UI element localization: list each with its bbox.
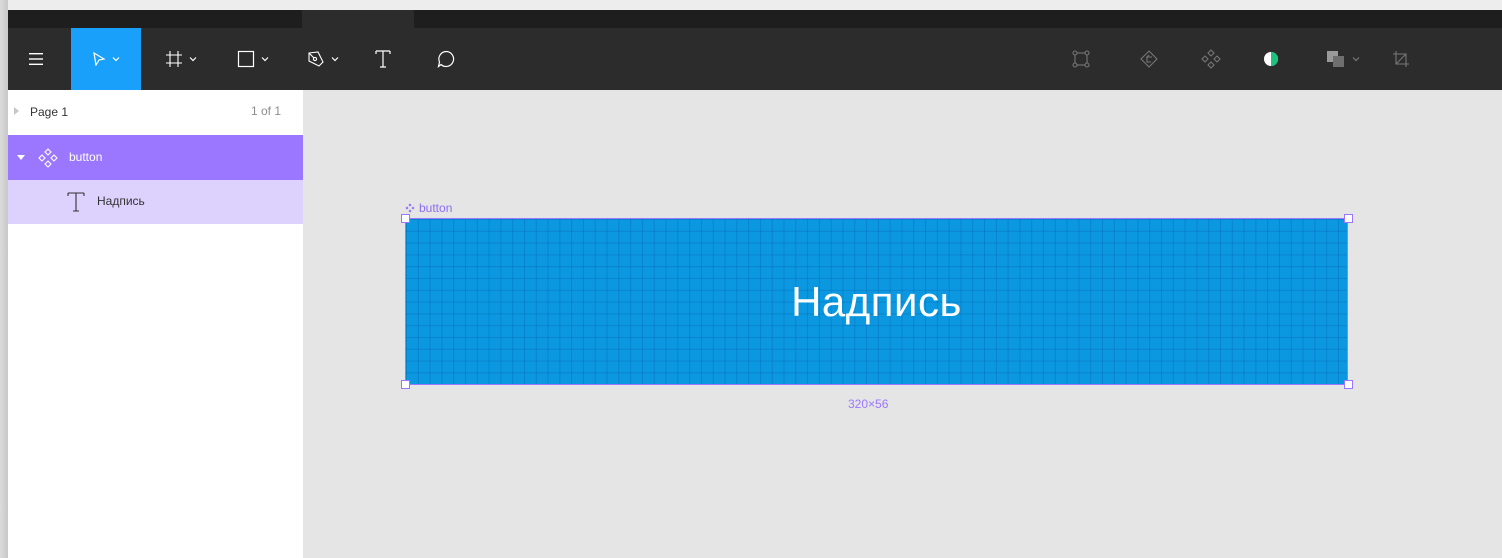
button-frame[interactable]: Надпись [405,218,1348,385]
rectangle-tool-icon [237,50,255,68]
use-as-mask-icon [1140,50,1158,68]
chevron-down-icon [1352,57,1360,62]
component-icon [38,148,58,168]
tab-strip [8,10,1502,28]
frame-label-text: button [419,201,453,215]
layer-item-button[interactable]: button [8,135,303,180]
resize-handle-bottom-right[interactable] [1344,380,1353,389]
button-text[interactable]: Надпись [406,219,1347,384]
page-count: 1 of 1 [250,104,281,118]
toolbar [8,28,1502,90]
chevron-right-icon [14,107,19,115]
frame-label[interactable]: button [405,201,452,215]
boolean-group-icon [1327,51,1344,67]
comment-tool-icon [437,50,455,68]
text-tool-button[interactable] [366,28,400,90]
frame-tool-icon [166,51,182,67]
create-component-icon [1201,49,1221,69]
chevron-down-icon [331,57,339,62]
page-selector[interactable]: Page 1 1 of 1 [8,90,303,134]
comment-tool-button[interactable] [428,28,464,90]
contrast-toggle-button[interactable] [1258,28,1284,90]
resize-handle-bottom-left[interactable] [401,380,410,389]
active-tab[interactable] [302,10,414,28]
layer-label: Надпись [97,194,145,208]
resize-handle-top-left[interactable] [401,214,410,223]
mask-button[interactable] [1134,28,1164,90]
component-icon [405,203,415,213]
pen-tool-icon [308,51,324,67]
move-tool-icon [93,52,106,66]
resize-handle-top-right[interactable] [1344,214,1353,223]
create-component-button[interactable] [1196,28,1226,90]
frame-tool-button[interactable] [156,28,206,90]
layer-item-text[interactable]: Надпись [8,180,303,224]
menu-icon [29,53,43,65]
layer-label: button [69,150,103,164]
text-tool-icon [375,50,391,68]
outline-button[interactable] [1066,28,1096,90]
move-tool-button[interactable] [71,28,141,90]
window-top-band [8,0,1502,10]
text-layer-icon [67,192,85,212]
outline-icon [1072,50,1090,68]
size-label: 320×56 [848,397,889,411]
crop-icon [1393,51,1409,67]
chevron-down-icon[interactable] [17,155,25,160]
crop-button[interactable] [1386,28,1416,90]
contrast-toggle-icon [1264,52,1278,66]
chevron-down-icon [189,57,197,62]
rectangle-tool-button[interactable] [230,28,276,90]
window-edge [0,0,8,558]
menu-button[interactable] [16,28,56,90]
layers-sidebar: Page 1 1 of 1 button Надпись [8,90,303,558]
chevron-down-icon [112,57,120,62]
boolean-group-button[interactable] [1318,28,1368,90]
page-name: Page 1 [30,105,69,119]
pen-tool-button[interactable] [298,28,348,90]
chevron-down-icon [261,57,269,62]
